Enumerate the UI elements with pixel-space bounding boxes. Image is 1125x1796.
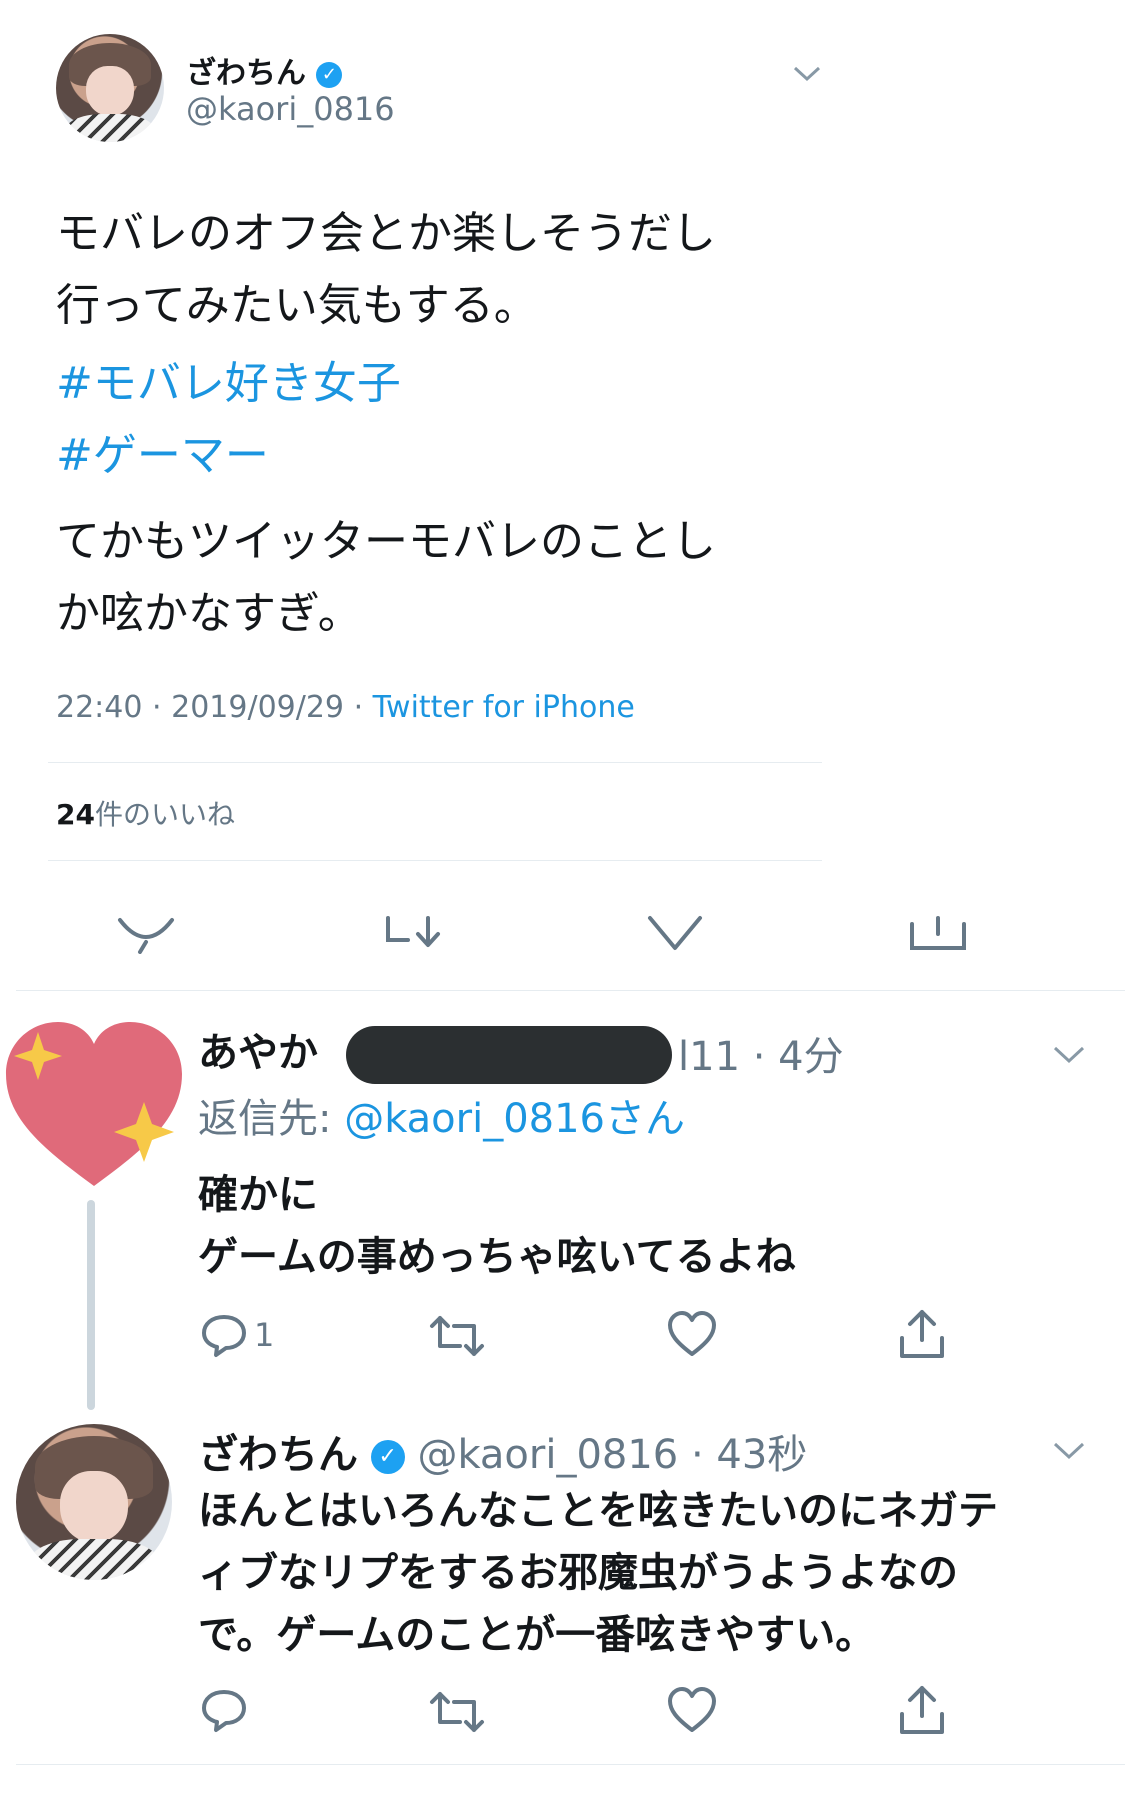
- reply-icon[interactable]: [116, 914, 176, 954]
- verified-badge-icon: ✓: [370, 1440, 405, 1474]
- like-icon[interactable]: [666, 1686, 718, 1736]
- reply-icon[interactable]: [200, 1311, 248, 1359]
- likes-label: 件のいいね: [94, 798, 235, 831]
- reply-count: 1: [254, 1316, 275, 1354]
- retweet-icon[interactable]: [428, 1312, 486, 1360]
- author-name-row: ざわちん ✓: [186, 48, 343, 92]
- reply-line: 確かに: [198, 1172, 318, 1218]
- meta-separator: ·: [353, 690, 364, 725]
- meta-separator: ·: [690, 1432, 704, 1478]
- reply-line: ほんとはいろんなことを呟きたいのにネガテ: [198, 1488, 998, 1534]
- sparkle-heart-icon[interactable]: [2, 1018, 186, 1190]
- tweet-line: モバレのオフ会とか楽しそうだし: [56, 208, 716, 259]
- meta-separator: ·: [152, 690, 162, 725]
- reply-line: ィブなリプをするお邪魔虫がうようよなの: [198, 1550, 958, 1596]
- tweet-line: てかもツイッターモバレのことし: [56, 516, 716, 567]
- reply-to-handle[interactable]: @kaori_0816さん: [344, 1096, 685, 1142]
- reply-text: 確かに ゲームの事めっちゃ呟いてるよね: [198, 1164, 796, 1288]
- hashtag-link[interactable]: #モバレ好き女子: [56, 348, 401, 420]
- reply-time: 4分: [778, 1034, 844, 1080]
- avatar-zawachin[interactable]: [56, 34, 164, 142]
- reply-header: ざわちん ✓ @kaori_0816 · 43秒: [198, 1422, 807, 1480]
- share-icon[interactable]: [908, 914, 968, 954]
- tweet-source-link[interactable]: Twitter for iPhone: [373, 690, 635, 725]
- reply-icon[interactable]: [200, 1686, 248, 1734]
- chevron-down-icon[interactable]: [792, 64, 822, 84]
- retweet-icon[interactable]: [428, 1688, 486, 1736]
- reply-to-line: 返信先: @kaori_0816さん: [198, 1086, 685, 1144]
- like-icon[interactable]: [646, 914, 704, 954]
- handle-tail[interactable]: l11: [678, 1034, 740, 1080]
- chevron-down-icon[interactable]: [1052, 1044, 1086, 1066]
- divider: [16, 1764, 1125, 1765]
- avatar-zawachin[interactable]: [16, 1424, 172, 1580]
- thread-line: [87, 1200, 95, 1410]
- display-name[interactable]: あやか: [198, 1030, 318, 1076]
- share-icon[interactable]: [896, 1308, 948, 1362]
- display-name[interactable]: ざわちん: [186, 56, 306, 91]
- divider: [48, 762, 822, 763]
- reply-line: ゲームの事めっちゃ呟いてるよね: [198, 1234, 796, 1280]
- chevron-down-icon[interactable]: [1052, 1440, 1086, 1462]
- reply-action[interactable]: 1: [200, 1310, 274, 1360]
- tweet-time: 22:40: [56, 690, 143, 725]
- likes-summary[interactable]: 24件のいいね: [56, 793, 235, 833]
- author-handle[interactable]: @kaori_0816: [417, 1432, 678, 1478]
- like-icon[interactable]: [666, 1310, 718, 1360]
- tweet-meta: 22:40 · 2019/09/29 · Twitter for iPhone: [56, 690, 635, 725]
- verified-badge-icon: ✓: [316, 61, 343, 88]
- likes-count: 24: [56, 798, 95, 831]
- hashtag-link[interactable]: #ゲーマー: [56, 420, 401, 492]
- tweet-line: 行ってみたい気もする。: [56, 280, 538, 331]
- tweet-date: 2019/09/29: [171, 690, 345, 725]
- author-handle[interactable]: @kaori_0816: [186, 90, 395, 128]
- redaction-bar: [346, 1026, 672, 1084]
- tweet-text: モバレのオフ会とか楽しそうだし 行ってみたい気もする。: [56, 198, 716, 342]
- hashtag-list: #モバレ好き女子 #ゲーマー: [56, 348, 401, 492]
- reply-handle-time: l11 · 4分: [678, 1024, 844, 1082]
- display-name[interactable]: ざわちん: [198, 1432, 358, 1478]
- tweet-text-2: てかもツイッターモバレのことし か呟かなすぎ。: [56, 506, 716, 650]
- divider: [16, 990, 1125, 991]
- reply-header: あやか: [198, 1020, 318, 1078]
- reply-to-label: 返信先:: [198, 1096, 345, 1142]
- reply-text: ほんとはいろんなことを呟きたいのにネガテ ィブなリプをするお邪魔虫がうようよなの…: [198, 1480, 998, 1666]
- divider: [48, 860, 822, 861]
- reply-line: で。ゲームのことが一番呟きやすい。: [198, 1612, 876, 1658]
- meta-separator: ·: [752, 1034, 766, 1080]
- tweet-line: か呟かなすぎ。: [56, 588, 362, 639]
- share-icon[interactable]: [896, 1684, 948, 1738]
- reply-time: 43秒: [716, 1432, 808, 1478]
- retweet-icon[interactable]: [382, 914, 446, 954]
